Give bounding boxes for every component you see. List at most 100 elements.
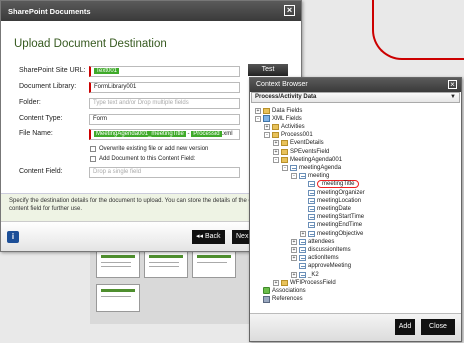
expand-icon[interactable]: + (273, 148, 279, 155)
content-field-input[interactable]: Drop a single field (89, 167, 240, 178)
tree-item-label: meetingObjective (317, 230, 364, 237)
background-red-annotation (372, 0, 464, 60)
tree-item-label: meetingLocation (317, 197, 362, 204)
field-icon (308, 230, 315, 237)
tree-item-label: WFIProcessField (290, 279, 336, 286)
tree-item-label: meeting (308, 173, 330, 180)
close-button[interactable]: Close (421, 319, 455, 335)
tree-item-label: meetingStartTime (317, 214, 365, 221)
file-name-token-2[interactable]: Processid (191, 131, 222, 137)
file-name-separator: - (187, 131, 190, 137)
library-field[interactable]: FormLibrary001 (89, 82, 240, 93)
context-browser-title: Context Browser (256, 81, 308, 88)
thumbnail (96, 284, 140, 312)
back-button-label: Back (204, 233, 221, 240)
file-name-token-1[interactable]: MeetingAgenda001_meetingTitle (94, 131, 186, 137)
collapse-icon[interactable]: - (255, 115, 261, 122)
back-button[interactable]: ◂◂ Back (192, 230, 225, 244)
tree-item-label: approveMeeting (308, 263, 352, 270)
field-icon (308, 214, 315, 221)
tree-item-label: Associations (272, 287, 306, 294)
tree-item-label: MeetingAgenda001 (290, 156, 343, 163)
thumbnail (96, 250, 140, 278)
file-name-field[interactable]: MeetingAgenda001_meetingTitle - Processi… (89, 129, 240, 140)
close-icon[interactable]: × (448, 80, 457, 89)
field-icon (308, 205, 315, 212)
page-title: Upload Document Destination (14, 38, 167, 50)
expand-icon[interactable]: + (255, 107, 261, 114)
content-field-label: Content Field: (19, 168, 63, 175)
tree-item-label: Data Fields (272, 107, 303, 114)
folder-icon (272, 132, 279, 139)
references-icon (263, 295, 270, 303)
tree-item-label: _K2 (308, 271, 319, 278)
dialog-title: SharePoint Documents (8, 7, 91, 16)
field-icon (299, 271, 306, 278)
dialog-titlebar: SharePoint Documents × (1, 1, 301, 21)
field-icon (299, 173, 306, 180)
field-icon (299, 238, 306, 245)
context-tree: + Data Fields - XML Fields + Activities - Proce… (251, 104, 460, 309)
folder-icon (281, 148, 288, 155)
test-button[interactable]: Test (248, 64, 288, 76)
chevron-down-icon[interactable]: ▼ (450, 94, 456, 100)
tree-item-label: Process001 (281, 132, 313, 139)
tree-item-label: actionItems (308, 255, 339, 262)
collapse-icon[interactable]: - (282, 164, 288, 171)
next-button-label: Nex (236, 233, 249, 240)
tree-item-label: meetingEndTime (317, 222, 363, 229)
xml-icon (263, 115, 270, 123)
overwrite-checkbox-row[interactable]: Overwrite existing file or add new versi… (90, 145, 208, 153)
expand-icon[interactable]: + (264, 123, 270, 130)
context-browser-panel: Context Browser × Process/Activity Data … (249, 77, 462, 342)
overwrite-label: Overwrite existing file or add new versi… (99, 146, 209, 152)
add-button[interactable]: Add (395, 319, 415, 335)
site-url-field[interactable]: Text001 (89, 66, 240, 77)
add-to-content-field-label: Add Document to this Content Field: (99, 156, 196, 162)
expand-icon[interactable]: + (273, 140, 279, 147)
add-to-content-field-row[interactable]: Add Document to this Content Field: (90, 155, 195, 163)
add-to-content-field-checkbox[interactable] (90, 156, 96, 162)
folder-icon (281, 279, 288, 286)
tree-item-label: EventDetails (290, 140, 324, 147)
field-icon (299, 263, 306, 270)
field-icon (299, 255, 306, 262)
expand-icon[interactable]: + (291, 246, 297, 253)
thumbnail (144, 250, 188, 278)
expand-icon[interactable]: + (291, 255, 297, 262)
tree-item[interactable]: References (255, 295, 303, 304)
info-icon[interactable]: i (7, 231, 19, 243)
library-label: Document Library: (19, 83, 77, 90)
folder-field[interactable]: Type text and/or Drop multiple fields (89, 98, 240, 109)
content-type-label: Content Type: (19, 115, 63, 122)
expand-icon[interactable]: + (273, 279, 279, 286)
collapse-icon[interactable]: - (291, 173, 297, 180)
background-thumbnail-strip (90, 244, 250, 324)
collapse-icon[interactable]: - (264, 132, 270, 139)
content-type-field[interactable]: Form (89, 114, 240, 125)
collapse-icon[interactable]: - (273, 156, 279, 163)
tree-item-label: discussionItems (308, 246, 351, 253)
tree-item-label: meetingAgenda (299, 164, 342, 171)
file-name-extension: .xml (221, 131, 233, 137)
context-browser-titlebar: Context Browser × (250, 78, 461, 92)
field-icon (308, 222, 315, 229)
tree-item-label: References (272, 296, 303, 303)
file-name-label: File Name: (19, 130, 53, 137)
close-icon[interactable]: × (284, 5, 295, 16)
folder-icon (281, 156, 288, 163)
tree-item-label: attendees (308, 238, 335, 245)
field-icon (308, 189, 315, 196)
field-icon (299, 246, 306, 253)
associations-icon (263, 287, 270, 295)
site-url-token[interactable]: Text001 (94, 68, 120, 74)
tree-item-label: SPEventsField (290, 148, 330, 155)
field-icon (308, 181, 315, 188)
overwrite-checkbox[interactable] (90, 146, 96, 152)
context-type-dropdown[interactable]: Process/Activity Data ▼ (251, 92, 460, 103)
folder-label: Folder: (19, 99, 41, 106)
expand-icon[interactable]: + (300, 230, 306, 237)
expand-icon[interactable]: + (291, 238, 297, 245)
expand-icon[interactable]: + (291, 271, 297, 278)
tree-item-label: XML Fields (272, 115, 302, 122)
